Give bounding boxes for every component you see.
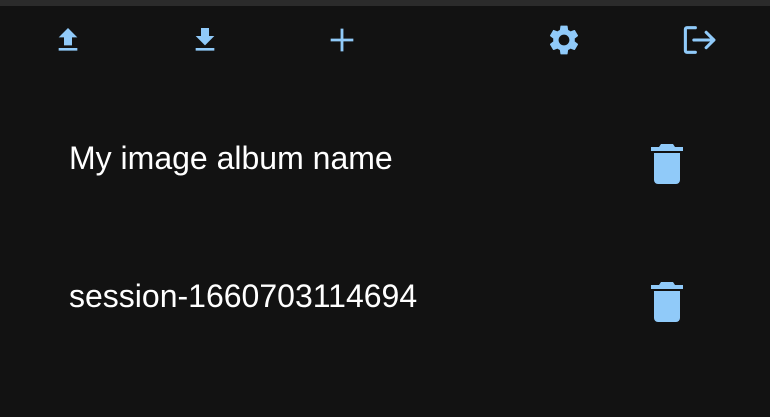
album-list-item[interactable]: session-1660703114694 [0, 234, 770, 372]
trash-icon [651, 144, 683, 184]
logout-icon [683, 26, 716, 54]
album-name: session-1660703114694 [69, 278, 418, 314]
delete-album-button[interactable] [646, 278, 688, 326]
download-icon [195, 28, 215, 51]
logout-button[interactable] [680, 20, 720, 60]
toolbar [0, 6, 770, 78]
album-list: My image album name session-166070311469… [0, 96, 770, 372]
plus-icon [330, 28, 354, 52]
add-button[interactable] [322, 20, 362, 60]
album-name: My image album name [69, 140, 393, 176]
gear-icon [549, 25, 579, 55]
album-list-item[interactable]: My image album name [0, 96, 770, 234]
settings-button[interactable] [544, 20, 584, 60]
trash-icon [651, 282, 683, 322]
download-button[interactable] [185, 20, 225, 60]
upload-button[interactable] [48, 20, 88, 60]
upload-icon [58, 28, 78, 51]
delete-album-button[interactable] [646, 140, 688, 188]
